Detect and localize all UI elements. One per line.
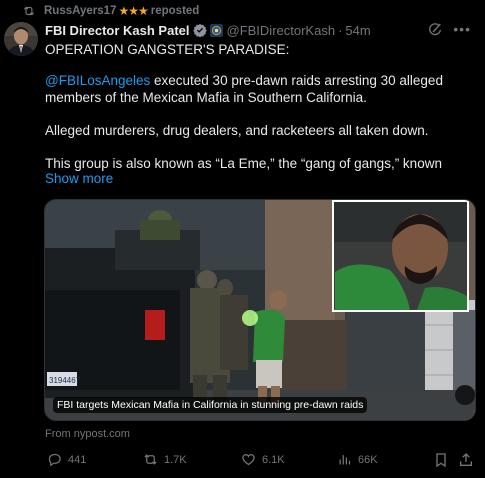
post-title-line: OPERATION GANGSTER'S PARADISE: (45, 42, 290, 57)
views-button[interactable]: 66K (337, 452, 378, 467)
link-source[interactable]: From nypost.com (45, 428, 130, 440)
like-count: 6.1K (262, 453, 285, 466)
repost-indicator[interactable]: RussAyers17 ★★★ reposted (22, 3, 199, 19)
views-icon (339, 455, 351, 465)
like-button[interactable]: 6.1K (241, 452, 285, 467)
reply-icon (48, 453, 61, 467)
raid-photo: 3194467 (45, 200, 475, 420)
vehicle-plate: 3194467 (49, 376, 81, 385)
more-icon[interactable]: ••• (453, 21, 471, 37)
handle[interactable]: @FBIDirectorKash (227, 23, 336, 38)
post-header: FBI Director Kash Patel @FBIDirectorKash… (45, 21, 475, 39)
like-icon (242, 454, 255, 466)
affiliate-badge-icon[interactable] (209, 23, 223, 37)
bookmark-icon[interactable] (433, 452, 449, 468)
action-bar: 441 1.7K 6.1K 66K (45, 452, 475, 470)
grok-icon[interactable] (427, 22, 443, 38)
post-paragraph-2: Alleged murderers, drug dealers, and rac… (45, 123, 429, 138)
repost-user[interactable]: RussAyers17 (44, 5, 116, 17)
show-more-link[interactable]: Show more (45, 171, 113, 186)
media-caption: FBI targets Mexican Mafia in California … (53, 397, 368, 413)
share-icon[interactable] (458, 452, 474, 468)
display-name[interactable]: FBI Director Kash Patel (45, 23, 190, 38)
star-badges: ★★★ (118, 4, 148, 18)
link-card-media[interactable]: 3194467 FBI targets Mexican Mafia in Cal… (44, 199, 476, 421)
repost-icon (23, 6, 35, 16)
retweet-button[interactable]: 1.7K (143, 452, 187, 467)
post-line-3: members of the Mexican Mafia in Southern… (45, 90, 367, 105)
post-paragraph-3: This group is also known as “La Eme,” th… (45, 156, 442, 171)
reply-button[interactable]: 441 (47, 452, 86, 467)
retweet-count: 1.7K (164, 453, 187, 466)
mention-link[interactable]: @FBILosAngeles (45, 73, 150, 88)
avatar-image (4, 22, 38, 56)
timestamp[interactable]: 54m (345, 23, 370, 38)
post-line-2: @FBILosAngeles executed 30 pre-dawn raid… (45, 72, 475, 89)
retweet-icon (144, 454, 157, 465)
views-count: 66K (358, 453, 378, 466)
verified-badge-icon (192, 23, 207, 37)
reply-count: 441 (68, 453, 87, 466)
avatar[interactable] (4, 22, 38, 56)
repost-label: reposted (150, 5, 200, 17)
separator-dot: · (338, 22, 343, 38)
post-line-2-text: executed 30 pre-dawn raids arresting 30 … (150, 73, 443, 88)
